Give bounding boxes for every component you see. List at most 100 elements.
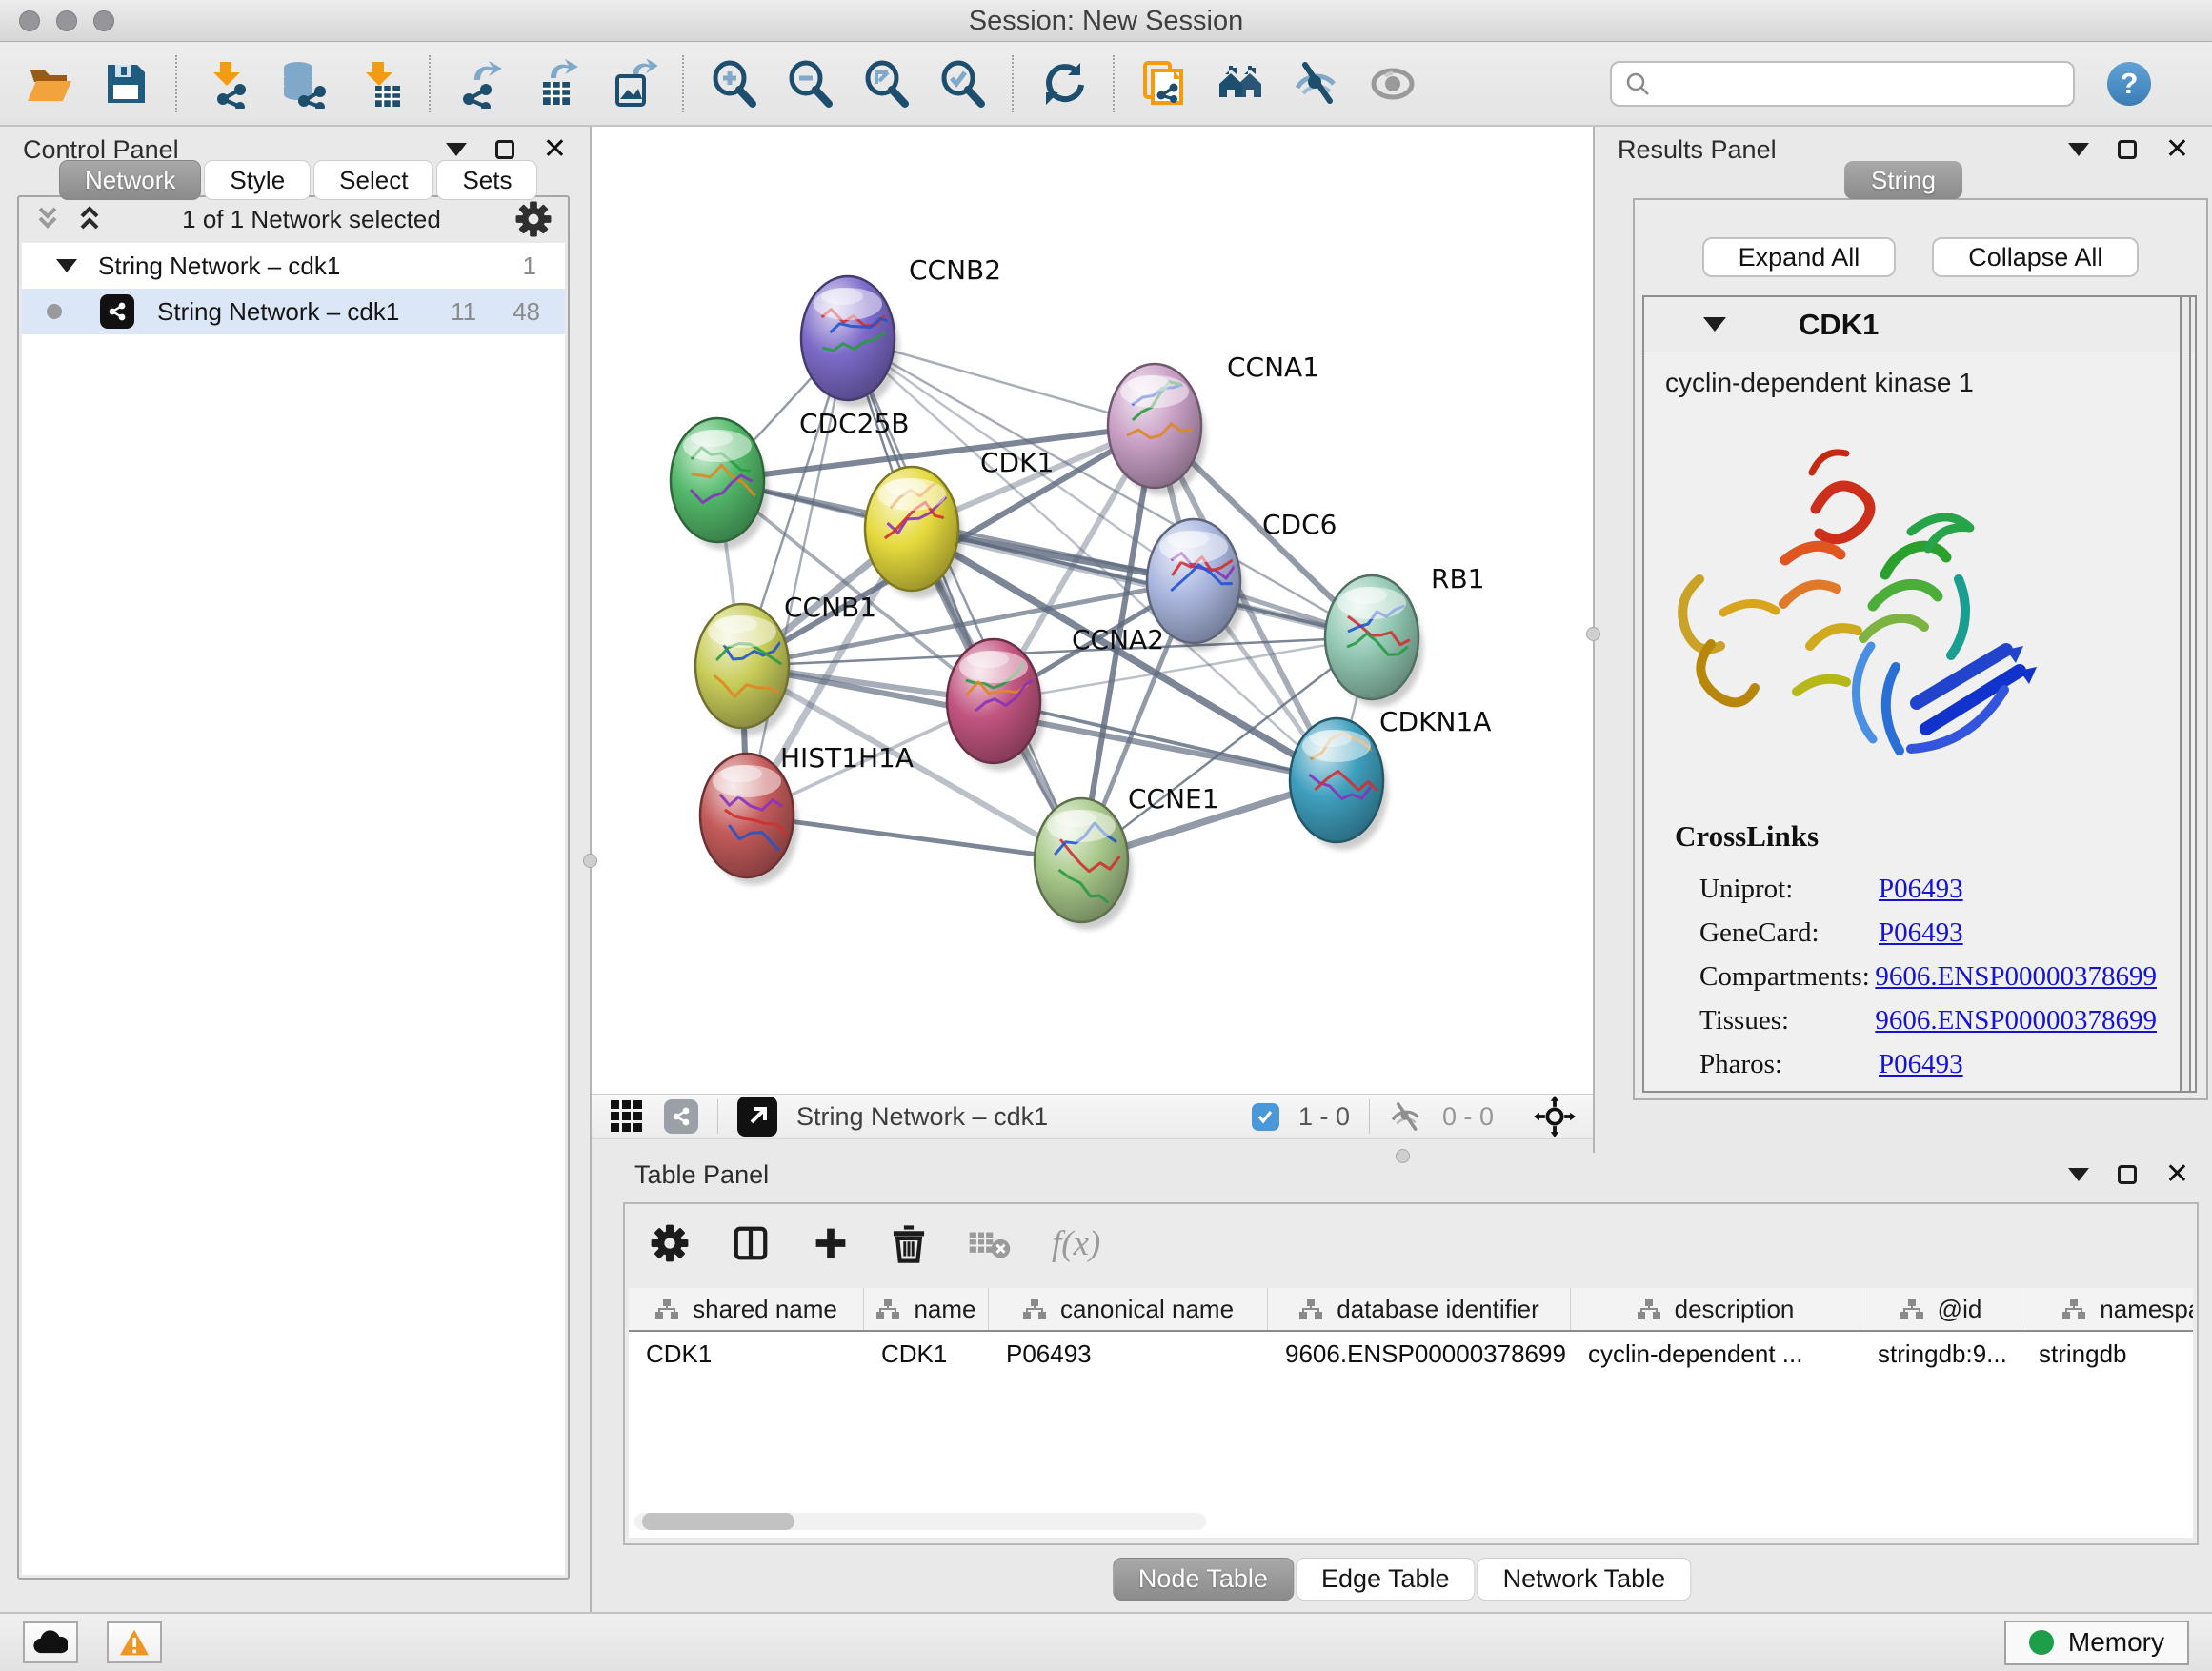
export-table-icon[interactable] xyxy=(532,59,581,109)
save-session-icon[interactable] xyxy=(101,59,151,109)
help-button[interactable]: ? xyxy=(2107,62,2151,106)
column-header[interactable]: @id xyxy=(1860,1288,2021,1330)
network-row[interactable]: String Network – cdk1 11 48 xyxy=(22,289,565,334)
collapse-all-button[interactable]: Collapse All xyxy=(1932,237,2139,277)
cloud-service-button[interactable] xyxy=(23,1621,78,1663)
network-node-CCNA2[interactable] xyxy=(947,639,1045,771)
pan-crosshair-icon[interactable] xyxy=(1534,1096,1576,1137)
network-node-CCNE1[interactable] xyxy=(1035,798,1133,930)
panel-float-icon[interactable] xyxy=(2118,140,2137,159)
import-database-icon[interactable] xyxy=(278,59,328,109)
tab-sets[interactable]: Sets xyxy=(436,160,537,200)
zoom-selected-icon[interactable] xyxy=(937,59,987,109)
import-table-icon[interactable] xyxy=(354,59,404,109)
column-header[interactable]: namespace xyxy=(2021,1288,2193,1330)
column-header[interactable]: shared name xyxy=(629,1288,864,1330)
collection-expander-icon[interactable] xyxy=(56,259,77,272)
delete-column-trash-icon[interactable] xyxy=(890,1222,928,1264)
maximize-window-button[interactable] xyxy=(93,10,114,31)
zoom-out-icon[interactable] xyxy=(785,59,835,109)
panel-menu-icon[interactable] xyxy=(446,143,467,156)
zoom-in-icon[interactable] xyxy=(709,59,758,109)
search-input[interactable] xyxy=(1659,70,2060,99)
network-node-CCNB1[interactable] xyxy=(695,604,794,735)
scrollbar-thumb[interactable] xyxy=(642,1513,794,1530)
warnings-button[interactable] xyxy=(107,1621,162,1663)
network-node-CDKN1A[interactable] xyxy=(1290,718,1388,850)
show-all-icon[interactable] xyxy=(1368,59,1418,109)
node-label-CCNB1: CCNB1 xyxy=(784,592,876,623)
network-node-CDC25B[interactable] xyxy=(671,418,769,550)
zoom-fit-icon[interactable] xyxy=(861,59,911,109)
crosslink-pharos-link[interactable]: P06493 xyxy=(1879,1049,1963,1080)
column-header[interactable]: canonical name xyxy=(989,1288,1268,1330)
apply-layout-icon[interactable] xyxy=(1038,59,1088,109)
export-network-icon[interactable] xyxy=(455,59,505,109)
import-network-icon[interactable] xyxy=(202,59,251,109)
gene-card-expander-icon[interactable] xyxy=(1703,317,1726,332)
hidden-items-eye-icon xyxy=(1389,1102,1423,1131)
results-scrollbar[interactable] xyxy=(2180,297,2191,1091)
network-view: CCNB2CCNA1CDC25BCDK1CDC6RB1CCNB1CCNA2CDK… xyxy=(592,127,1593,1153)
expand-all-networks-icon[interactable] xyxy=(76,205,109,233)
memory-button[interactable]: Memory xyxy=(2004,1621,2189,1665)
column-header[interactable]: name xyxy=(864,1288,989,1330)
node-label-CDK1: CDK1 xyxy=(980,447,1054,478)
tab-node-table[interactable]: Node Table xyxy=(1113,1558,1294,1601)
panel-menu-icon[interactable] xyxy=(2068,143,2089,156)
tab-select[interactable]: Select xyxy=(313,160,433,200)
tab-string[interactable]: String xyxy=(1844,161,1962,199)
search-box[interactable] xyxy=(1610,61,2075,107)
selected-items-checkbox[interactable] xyxy=(1252,1103,1279,1131)
network-canvas[interactable]: CCNB2CCNA1CDC25BCDK1CDC6RB1CCNB1CCNA2CDK… xyxy=(592,127,1593,1094)
minimize-window-button[interactable] xyxy=(56,10,77,31)
open-session-icon[interactable] xyxy=(25,59,74,109)
column-header[interactable]: database identifier xyxy=(1268,1288,1571,1330)
birds-eye-view-icon[interactable] xyxy=(664,1099,698,1134)
network-node-RB1[interactable] xyxy=(1325,575,1423,707)
hide-selected-icon[interactable] xyxy=(1292,59,1341,109)
open-in-new-window-icon[interactable] xyxy=(737,1097,777,1137)
table-horizontal-scrollbar[interactable] xyxy=(634,1513,1206,1530)
bottom-splitter-handle[interactable] xyxy=(1396,1149,1410,1163)
control-panel-tabs: Network Style Select Sets xyxy=(59,160,537,200)
panel-close-icon[interactable]: ✕ xyxy=(2165,135,2189,164)
network-options-gear-icon[interactable] xyxy=(514,200,553,238)
panel-float-icon[interactable] xyxy=(2118,1165,2137,1184)
left-splitter-handle[interactable] xyxy=(583,854,597,868)
tab-network-table[interactable]: Network Table xyxy=(1478,1558,1692,1601)
table-row[interactable]: CDK1 CDK1 P06493 9606.ENSP00000378699 cy… xyxy=(629,1332,2193,1376)
tab-network[interactable]: Network xyxy=(59,160,201,200)
panel-close-icon[interactable]: ✕ xyxy=(543,135,567,164)
network-edge[interactable] xyxy=(994,701,1337,780)
crosslink-tissues-link[interactable]: 9606.ENSP00000378699 xyxy=(1875,1005,2157,1037)
network-selection-status: 1 of 1 Network selected xyxy=(109,205,514,234)
right-splitter-handle[interactable] xyxy=(1586,627,1600,641)
window-title: Session: New Session xyxy=(0,0,2212,42)
first-neighbors-icon[interactable] xyxy=(1216,59,1265,109)
network-collection-row[interactable]: String Network – cdk1 1 xyxy=(22,243,565,289)
table-options-gear-icon[interactable] xyxy=(650,1223,690,1263)
panel-float-icon[interactable] xyxy=(495,140,514,159)
panel-close-icon[interactable]: ✕ xyxy=(2165,1160,2189,1189)
panel-menu-icon[interactable] xyxy=(2068,1168,2089,1181)
delete-table-icon xyxy=(968,1226,1012,1260)
warning-icon xyxy=(118,1628,151,1657)
column-header[interactable]: description xyxy=(1571,1288,1860,1330)
collapse-all-networks-icon[interactable] xyxy=(34,205,67,233)
collection-label: String Network – cdk1 xyxy=(98,252,340,281)
crosslink-uniprot-link[interactable]: P06493 xyxy=(1879,874,1963,905)
export-image-icon[interactable] xyxy=(608,59,657,109)
crosslink-genecard-link[interactable]: P06493 xyxy=(1879,917,1963,949)
show-columns-icon[interactable] xyxy=(730,1222,772,1264)
network-node-CCNB2[interactable] xyxy=(801,276,899,408)
tab-style[interactable]: Style xyxy=(204,160,311,200)
network-list: String Network – cdk1 1 String Network –… xyxy=(22,243,565,1575)
expand-all-button[interactable]: Expand All xyxy=(1702,237,1897,277)
duplicate-network-icon[interactable] xyxy=(1139,59,1189,109)
crosslink-compartments-link[interactable]: 9606.ENSP00000378699 xyxy=(1875,961,2157,993)
tab-edge-table[interactable]: Edge Table xyxy=(1296,1558,1476,1601)
grid-view-icon[interactable] xyxy=(609,1098,645,1135)
create-column-plus-icon[interactable] xyxy=(812,1224,850,1262)
close-window-button[interactable] xyxy=(19,10,40,31)
